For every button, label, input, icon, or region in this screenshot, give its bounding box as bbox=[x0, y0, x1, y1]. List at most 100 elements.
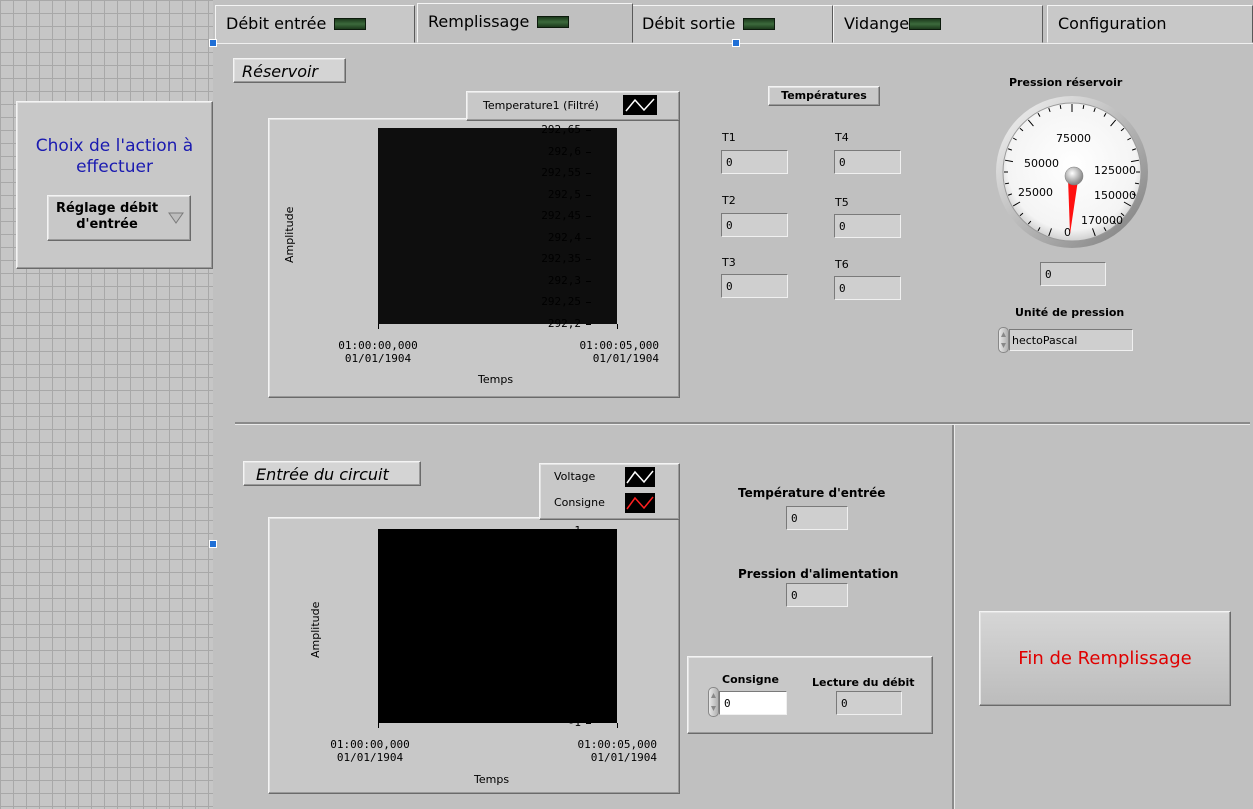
pressure-unit-field[interactable]: hectoPascal bbox=[1009, 329, 1133, 351]
circuit-legend[interactable]: Voltage Consigne bbox=[539, 463, 680, 520]
tab-debit-entree[interactable]: Débit entrée bbox=[215, 5, 415, 43]
y-tick-label: 0 bbox=[574, 620, 581, 633]
consigne-spinner[interactable] bbox=[708, 687, 719, 717]
t2-field: 0 bbox=[721, 213, 788, 237]
action-choice-title: Choix de l'action à effectuer bbox=[35, 136, 194, 177]
y-tick-label: -1 bbox=[567, 716, 581, 729]
pressure-title: Pression réservoir bbox=[1009, 76, 1123, 89]
y-tick-label: 0,25 bbox=[554, 596, 582, 609]
tab-label: Remplissage bbox=[428, 12, 530, 31]
gauge-label: 125000 bbox=[1094, 164, 1136, 177]
legend-consigne: Consigne bbox=[554, 496, 605, 509]
y-tick bbox=[586, 723, 591, 724]
y-tick bbox=[586, 531, 591, 532]
resize-handle[interactable] bbox=[209, 39, 217, 47]
y-tick-label: 0,5 bbox=[561, 572, 581, 585]
inlet-temp-field: 0 bbox=[786, 506, 848, 530]
t4-label: T4 bbox=[835, 131, 849, 144]
tab-debit-sortie[interactable]: Débit sortie bbox=[631, 5, 833, 43]
y-tick-label: 292,65 bbox=[541, 123, 581, 136]
flow-reading-label: Lecture du débit bbox=[812, 676, 915, 689]
y-tick bbox=[586, 194, 591, 196]
t6-label: T6 bbox=[835, 258, 849, 271]
t1-field: 0 bbox=[721, 150, 788, 174]
gauge-tick bbox=[1059, 104, 1062, 110]
legend-voltage: Voltage bbox=[554, 470, 596, 483]
y-tick bbox=[586, 603, 591, 604]
circuit-title: Entrée du circuit bbox=[243, 461, 421, 486]
inlet-pressure-field: 0 bbox=[786, 583, 848, 607]
tab-configuration[interactable]: Configuration bbox=[1047, 5, 1253, 43]
tab-label: Vidange bbox=[844, 14, 910, 33]
y-tick-label: -0,75 bbox=[547, 692, 581, 705]
y-tick-label: -0,5 bbox=[554, 668, 582, 681]
y-tick bbox=[586, 173, 591, 175]
y-tick-label: 292,5 bbox=[547, 187, 581, 201]
spinner-arrows-icon bbox=[1001, 332, 1006, 348]
y-tick-label: 292,2 bbox=[547, 317, 581, 330]
legend-label: Temperature1 (Filtré) bbox=[483, 99, 599, 112]
unit-ring-spinner[interactable] bbox=[998, 327, 1009, 353]
end-filling-button[interactable]: Fin de Remplissage bbox=[979, 611, 1231, 706]
gauge-tick bbox=[1082, 104, 1085, 110]
temperatures-title: Températures bbox=[768, 86, 880, 106]
horizontal-divider bbox=[235, 422, 1250, 425]
y-tick-label: 292,4 bbox=[547, 230, 581, 244]
consigne-label: Consigne bbox=[722, 673, 779, 686]
gauge-label: 170000 bbox=[1081, 214, 1123, 227]
t5-label: T5 bbox=[835, 196, 849, 209]
x-tick bbox=[378, 324, 379, 329]
x-tick bbox=[617, 324, 618, 329]
reservoir-y-label: Amplitude bbox=[283, 206, 296, 263]
reservoir-legend[interactable]: Temperature1 (Filtré) bbox=[466, 91, 680, 121]
gauge-label: 150000 bbox=[1094, 189, 1136, 202]
tab-label: Débit sortie bbox=[642, 14, 736, 33]
resize-handle[interactable] bbox=[732, 39, 740, 47]
pressure-gauge: 75000 50000 125000 25000 150000 170000 0 bbox=[996, 96, 1148, 248]
y-tick bbox=[586, 579, 591, 580]
y-tick-label: 292,3 bbox=[547, 273, 581, 287]
pressure-unit-label: Unité de pression bbox=[1015, 306, 1125, 319]
inlet-temp-label: Température d'entrée bbox=[738, 486, 886, 500]
flow-reading-field: 0 bbox=[836, 691, 902, 715]
t3-field: 0 bbox=[721, 274, 788, 298]
t3-label: T3 bbox=[722, 256, 736, 269]
y-tick bbox=[586, 302, 591, 304]
reservoir-title: Réservoir bbox=[233, 58, 346, 83]
led-indicator-icon bbox=[537, 15, 570, 28]
gauge-knob bbox=[1064, 166, 1084, 186]
action-select[interactable]: Réglage débit d'entrée bbox=[47, 195, 191, 241]
y-tick-label: 0,75 bbox=[554, 548, 582, 561]
led-indicator-icon bbox=[743, 17, 776, 30]
dropdown-arrow-icon bbox=[168, 212, 184, 224]
gauge-label: 75000 bbox=[1056, 132, 1091, 145]
front-panel: Débit entrée Remplissage Débit sortie Vi… bbox=[209, 0, 1253, 809]
x-tick bbox=[617, 723, 618, 728]
circuit-x-end: 01:00:05,000 01/01/1904 bbox=[577, 738, 657, 764]
y-tick bbox=[586, 259, 591, 261]
reservoir-plot-area[interactable] bbox=[378, 128, 617, 324]
tab-vidange[interactable]: Vidange bbox=[833, 5, 1043, 43]
spinner-arrows-icon bbox=[711, 693, 716, 711]
tab-label: Débit entrée bbox=[226, 14, 327, 33]
y-tick bbox=[586, 627, 591, 628]
y-tick bbox=[586, 651, 591, 652]
end-filling-label: Fin de Remplissage bbox=[1018, 648, 1192, 669]
consigne-line-icon bbox=[625, 493, 655, 513]
y-tick bbox=[586, 324, 591, 325]
vertical-divider bbox=[952, 425, 955, 809]
gauge-tick bbox=[1004, 182, 1010, 185]
y-tick bbox=[586, 555, 591, 556]
gauge-label: 50000 bbox=[1024, 157, 1059, 170]
y-tick bbox=[586, 216, 591, 218]
inlet-pressure-label: Pression d'alimentation bbox=[738, 567, 899, 581]
circuit-plot-area[interactable] bbox=[378, 529, 617, 723]
action-choice-panel: Choix de l'action à effectuer Réglage dé… bbox=[16, 101, 213, 269]
resize-handle[interactable] bbox=[209, 540, 217, 548]
y-tick bbox=[586, 675, 591, 676]
consigne-input[interactable]: 0 bbox=[719, 691, 787, 715]
y-tick-label: 292,35 bbox=[541, 252, 581, 266]
circuit-x-label: Temps bbox=[474, 773, 510, 786]
pressure-value-field: 0 bbox=[1040, 262, 1106, 286]
tab-remplissage[interactable]: Remplissage bbox=[417, 3, 633, 43]
